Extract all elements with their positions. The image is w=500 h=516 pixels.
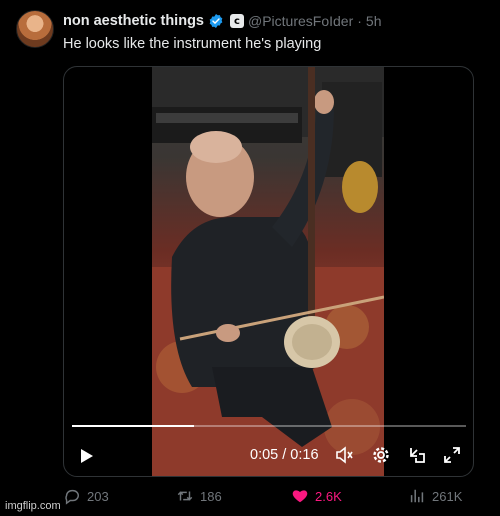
- expand-icon[interactable]: [442, 445, 462, 465]
- views-icon: [410, 489, 424, 503]
- volume-muted-icon[interactable]: [334, 445, 354, 465]
- gear-icon[interactable]: [371, 445, 391, 465]
- reply-count: 203: [87, 488, 109, 504]
- timestamp[interactable]: 5h: [366, 13, 382, 29]
- views-button[interactable]: 261K: [408, 487, 462, 505]
- reply-button[interactable]: 203: [63, 487, 109, 505]
- reply-icon: [65, 489, 79, 505]
- avatar[interactable]: [16, 10, 54, 48]
- tweet-text: He looks like the instrument he's playin…: [63, 36, 322, 52]
- handle[interactable]: @PicturesFoIder: [248, 13, 353, 29]
- verified-badge-icon: [209, 14, 223, 28]
- video-controls: 0:05 / 0:16: [64, 435, 473, 475]
- video-progress-fill: [72, 425, 195, 427]
- video-time-readout: 0:05 / 0:16: [250, 447, 319, 463]
- minimize-icon[interactable]: [407, 445, 427, 465]
- video-progress-bar[interactable]: [72, 425, 466, 427]
- video-player[interactable]: 0:05 / 0:16: [63, 66, 474, 477]
- like-count: 2.6K: [315, 488, 342, 504]
- view-count: 261K: [432, 488, 463, 504]
- heart-icon: [292, 490, 308, 503]
- affiliation-badge[interactable]: c: [230, 14, 244, 28]
- tweet-header: non aesthetic things c @PicturesFoIder ·…: [63, 11, 382, 31]
- separator: ·: [357, 13, 362, 29]
- repost-count: 186: [200, 488, 222, 504]
- like-button[interactable]: 2.6K: [291, 487, 342, 505]
- repost-icon: [177, 491, 193, 501]
- video-frame-illustration: [152, 67, 384, 476]
- display-name[interactable]: non aesthetic things: [63, 13, 204, 29]
- repost-button[interactable]: 186: [176, 487, 222, 505]
- play-icon[interactable]: [80, 448, 94, 464]
- video-frame[interactable]: [152, 67, 384, 476]
- watermark: imgflip.com: [5, 500, 61, 512]
- tweet-actions: 203 186 2.6K 261K: [63, 487, 483, 509]
